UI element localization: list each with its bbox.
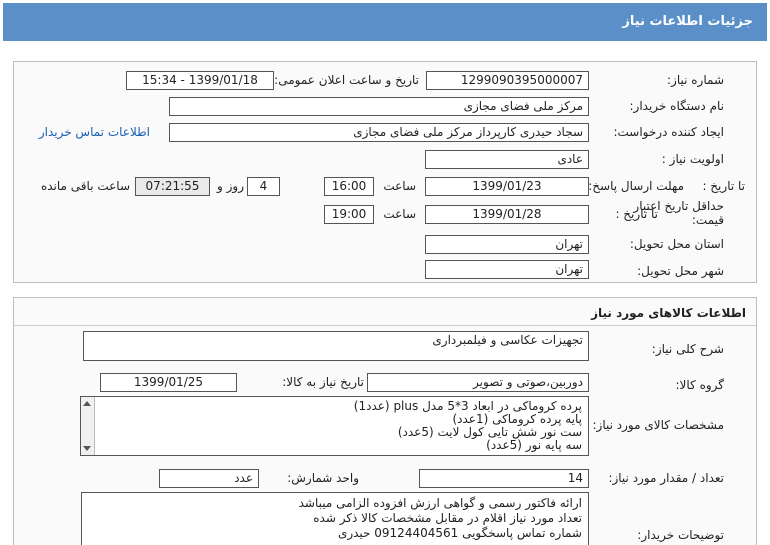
remaining-days-field: 4 xyxy=(247,177,280,196)
remaining-time-field: 07:21:55 xyxy=(135,177,210,196)
validity-date-field: 1399/01/28 xyxy=(425,205,589,224)
deadline-time-field: 16:00 xyxy=(324,177,374,196)
goods-group-label: گروه کالا: xyxy=(675,378,725,392)
note-line: تعداد مورد نیاز اقلام در مقابل مشخصات کا… xyxy=(313,511,582,525)
summary-label: شرح کلی نیاز: xyxy=(651,342,724,356)
specs-scrollbar[interactable] xyxy=(81,397,95,455)
province-label: استان محل تحویل: xyxy=(629,237,724,251)
scroll-down-icon[interactable] xyxy=(83,446,91,451)
city-field: تهران xyxy=(425,260,589,279)
quantity-label: تعداد / مقدار مورد نیاز: xyxy=(608,471,724,485)
deadline-label: مهلت ارسال پاسخ: xyxy=(588,179,684,193)
announce-field: 1399/01/18 - 15:34 xyxy=(126,71,274,90)
summary-field: تجهیزات عکاسی و فیلمبرداری xyxy=(83,331,589,361)
validity-time-field: 19:00 xyxy=(324,205,374,224)
unit-field: عدد xyxy=(159,469,259,488)
creator-field: سجاد حیدری کارپرداز مرکز ملی فضای مجازی xyxy=(169,123,589,142)
deadline-date-field: 1399/01/23 xyxy=(425,177,589,196)
buyer-contact-link[interactable]: اطلاعات تماس خریدار xyxy=(39,125,150,139)
validity-to-label: تا تاریخ : xyxy=(615,207,658,221)
section-divider xyxy=(14,325,756,326)
need-date-label: تاریخ نیاز به کالا: xyxy=(282,375,364,389)
remaining-days-label: روز و xyxy=(217,179,244,193)
buyer-org-field: مرکز ملی فضای مجازی xyxy=(169,97,589,116)
goods-section-title: اطلاعات کالاهای مورد نیاز xyxy=(591,306,746,320)
province-field: تهران xyxy=(425,235,589,254)
specs-textarea[interactable]: پرده کروماکی در ابعاد 3*5 مدل plus (عدد1… xyxy=(80,396,589,456)
need-info-panel: شماره نیاز: 1299090395000007 تاریخ و ساع… xyxy=(13,61,757,283)
announce-label: تاریخ و ساعت اعلان عمومی: xyxy=(274,73,419,87)
spec-line: سه پایه نور (5عدد) xyxy=(486,438,582,452)
deadline-time-label: ساعت xyxy=(383,179,416,193)
buyer-notes-label: توضیحات خریدار: xyxy=(637,528,724,542)
quantity-field: 14 xyxy=(419,469,589,488)
buyer-notes-field: ارائه فاکتور رسمی و گواهی ارزش افزوده ال… xyxy=(81,492,589,545)
need-date-field: 1399/01/25 xyxy=(100,373,237,392)
specs-label: مشخصات کالای مورد نیاز: xyxy=(592,418,724,432)
city-label: شهر محل تحویل: xyxy=(637,264,724,278)
priority-field: عادی xyxy=(425,150,589,169)
need-number-label: شماره نیاز: xyxy=(667,73,724,87)
priority-label: اولویت نیاز : xyxy=(661,152,724,166)
page-title: جزئیات اطلاعات نیاز xyxy=(622,14,753,29)
need-number-field: 1299090395000007 xyxy=(426,71,589,90)
validity-time-label: ساعت xyxy=(383,207,416,221)
goods-info-panel: اطلاعات کالاهای مورد نیاز شرح کلی نیاز: … xyxy=(13,297,757,545)
note-line: شماره تماس پاسخگویی 09124404561 حیدری xyxy=(337,526,582,540)
page-title-bar: جزئیات اطلاعات نیاز xyxy=(0,0,770,44)
note-line: ارائه فاکتور رسمی و گواهی ارزش افزوده ال… xyxy=(298,496,582,510)
unit-label: واحد شمارش: xyxy=(287,471,359,485)
creator-label: ایجاد کننده درخواست: xyxy=(613,125,724,139)
scroll-up-icon[interactable] xyxy=(83,401,91,406)
goods-group-field: دوربین،صوتی و تصویر xyxy=(367,373,589,392)
validity-label-line2: قیمت: xyxy=(691,213,724,227)
buyer-org-label: نام دستگاه خریدار: xyxy=(629,99,725,113)
remaining-time-label: ساعت باقی مانده xyxy=(40,179,130,193)
deadline-to-label: تا تاریخ : xyxy=(702,179,745,193)
